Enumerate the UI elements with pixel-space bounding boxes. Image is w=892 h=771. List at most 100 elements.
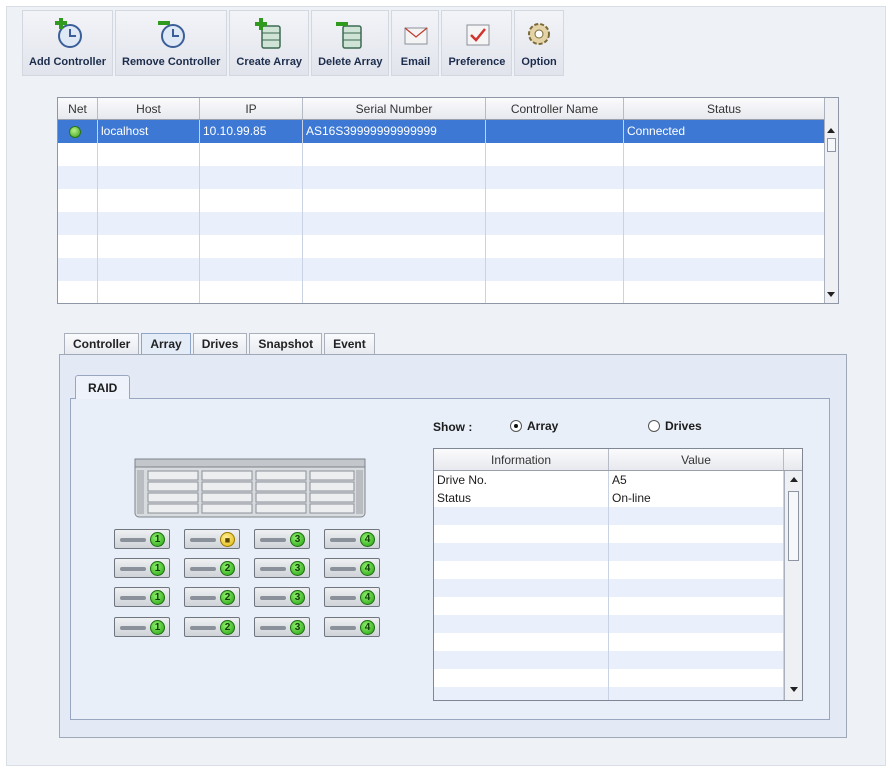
col-serial-number[interactable]: Serial Number — [303, 98, 486, 119]
drive-bay[interactable]: 1 — [114, 617, 170, 637]
drive-online-icon: 1 — [150, 561, 165, 576]
drive-bay[interactable]: 2 — [184, 587, 240, 607]
empty-row — [434, 615, 802, 633]
controller-table: Net Host IP Serial Number Controller Nam… — [57, 97, 839, 304]
drive-online-icon: 3 — [290, 620, 305, 635]
remove-controller-button[interactable]: Remove Controller — [115, 10, 228, 76]
tab-drives[interactable]: Drives — [192, 333, 248, 355]
show-drives-radio[interactable]: Drives — [648, 419, 702, 433]
drive-bay[interactable]: 4 — [324, 617, 380, 637]
drive-bay[interactable]: 1 — [114, 529, 170, 549]
show-array-radio[interactable]: Array — [510, 419, 558, 433]
add-controller-label: Add Controller — [29, 56, 106, 68]
drive-bay[interactable]: 4 — [324, 587, 380, 607]
col-value[interactable]: Value — [609, 449, 784, 470]
empty-row — [434, 561, 802, 579]
host-cell: localhost — [98, 120, 200, 143]
drive-bay[interactable]: 1 — [114, 558, 170, 578]
table-row[interactable]: Status On-line — [434, 489, 802, 507]
tab-raid[interactable]: RAID — [75, 375, 131, 399]
tab-array[interactable]: Array — [141, 333, 191, 355]
create-array-button[interactable]: Create Array — [229, 10, 310, 76]
empty-row — [434, 507, 802, 525]
empty-row — [434, 633, 802, 651]
drive-bay[interactable]: 2 — [184, 558, 240, 578]
radio-selected-icon — [510, 420, 522, 432]
raid-enclosure-image — [134, 458, 366, 518]
connected-indicator-icon — [69, 125, 81, 138]
col-net[interactable]: Net — [58, 98, 98, 119]
table-row[interactable]: Drive No. A5 — [434, 471, 802, 489]
drive-online-icon: 1 — [150, 532, 165, 547]
controller-table-scrollbar[interactable] — [824, 98, 838, 303]
remove-controller-label: Remove Controller — [122, 56, 221, 68]
drive-bay[interactable]: 3 — [254, 558, 310, 578]
delete-array-icon — [336, 22, 363, 49]
controller-row[interactable]: localhost 10.10.99.85 AS16S3999999999999… — [58, 120, 838, 143]
create-array-label: Create Array — [236, 56, 303, 68]
empty-row — [434, 525, 802, 543]
empty-row — [58, 166, 838, 189]
info-cell: Drive No. — [434, 471, 609, 489]
scroll-thumb[interactable] — [827, 138, 836, 152]
drive-online-icon: 1 — [150, 620, 165, 635]
drive-bay[interactable]: 1 — [114, 587, 170, 607]
drive-bay[interactable]: 4 — [324, 529, 380, 549]
option-button[interactable]: Option — [514, 10, 564, 76]
drive-online-icon: 2 — [220, 620, 235, 635]
drive-online-icon: 1 — [150, 590, 165, 605]
detail-tabs: Controller Array Drives Snapshot Event — [64, 333, 375, 355]
delete-array-label: Delete Array — [318, 56, 383, 68]
add-controller-button[interactable]: Add Controller — [22, 10, 113, 76]
tab-controller[interactable]: Controller — [64, 333, 140, 355]
controller-name-cell — [486, 120, 624, 143]
scroll-up-arrow-icon[interactable] — [790, 477, 798, 482]
empty-row — [434, 597, 802, 615]
serial-cell: AS16S39999999999999 — [303, 120, 486, 143]
empty-row — [58, 143, 838, 166]
drive-bay[interactable]: 4 — [324, 558, 380, 578]
scroll-down-arrow-icon[interactable] — [827, 292, 835, 297]
email-label: Email — [400, 56, 431, 68]
drive-online-icon: 4 — [360, 590, 375, 605]
drive-bay[interactable]: 3 — [254, 587, 310, 607]
tab-event[interactable]: Event — [324, 333, 375, 355]
toolbar: Add Controller Remove Controller Create … — [22, 10, 564, 76]
drive-online-icon: 2 — [220, 561, 235, 576]
tab-snapshot[interactable]: Snapshot — [249, 333, 323, 355]
net-cell — [58, 120, 98, 143]
col-status[interactable]: Status — [624, 98, 825, 119]
col-ip[interactable]: IP — [200, 98, 303, 119]
scroll-thumb[interactable] — [788, 491, 799, 561]
drive-online-icon: 2 — [220, 590, 235, 605]
drive-online-icon: 3 — [290, 590, 305, 605]
preference-button[interactable]: Preference — [441, 10, 513, 76]
empty-row — [58, 189, 838, 212]
drive-bay[interactable]: 3 — [254, 617, 310, 637]
empty-row — [434, 669, 802, 687]
empty-row — [58, 281, 838, 303]
delete-array-button[interactable]: Delete Array — [311, 10, 390, 76]
drive-online-icon: 3 — [290, 561, 305, 576]
scroll-down-arrow-icon[interactable] — [790, 687, 798, 692]
info-cell: Status — [434, 489, 609, 507]
create-array-icon — [255, 18, 281, 49]
email-button[interactable]: Email — [391, 10, 440, 76]
info-table-header: Information Value — [434, 449, 802, 471]
empty-row — [58, 258, 838, 281]
status-cell: Connected — [624, 120, 825, 143]
value-cell: On-line — [609, 489, 784, 507]
col-information[interactable]: Information — [434, 449, 609, 470]
option-gear-icon — [528, 23, 551, 45]
drive-bay[interactable]: 2 — [184, 617, 240, 637]
drive-bay[interactable]: ■ — [184, 529, 240, 549]
col-host[interactable]: Host — [98, 98, 200, 119]
info-table-scrollbar[interactable] — [784, 471, 802, 700]
drive-bay[interactable]: 3 — [254, 529, 310, 549]
controller-table-header: Net Host IP Serial Number Controller Nam… — [58, 98, 838, 120]
scroll-up-arrow-icon[interactable] — [827, 128, 835, 133]
show-drives-label: Drives — [665, 419, 702, 433]
col-controller-name[interactable]: Controller Name — [486, 98, 624, 119]
email-icon — [404, 27, 428, 45]
empty-row — [434, 651, 802, 669]
